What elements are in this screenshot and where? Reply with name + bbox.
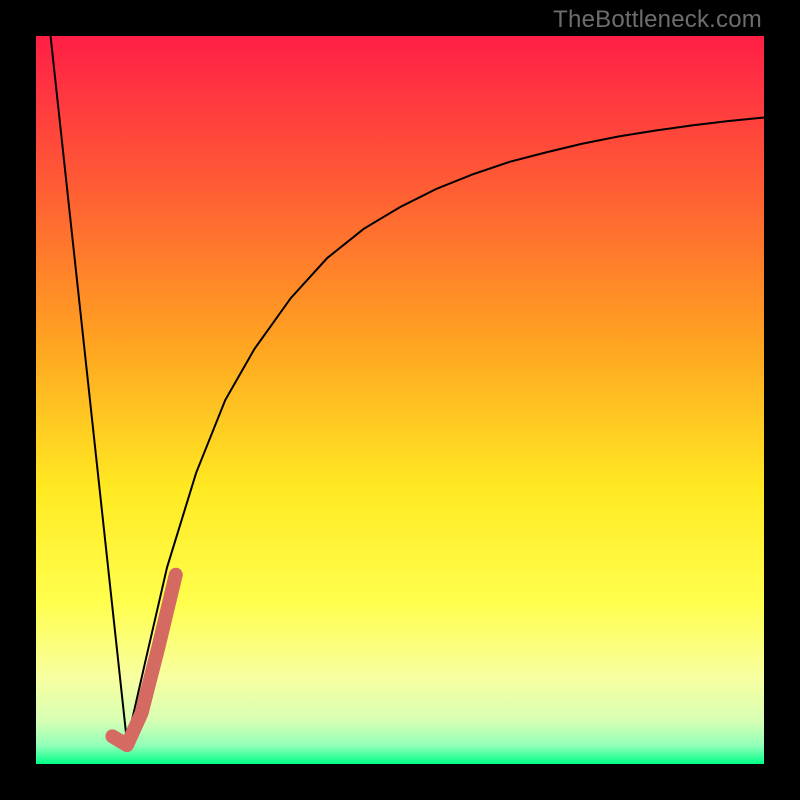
watermark-text: TheBottleneck.com — [553, 6, 762, 34]
chart-background-gradient — [36, 36, 764, 764]
chart-plot-area — [36, 36, 764, 764]
chart-canvas — [36, 36, 764, 764]
chart-frame: TheBottleneck.com — [0, 0, 800, 800]
